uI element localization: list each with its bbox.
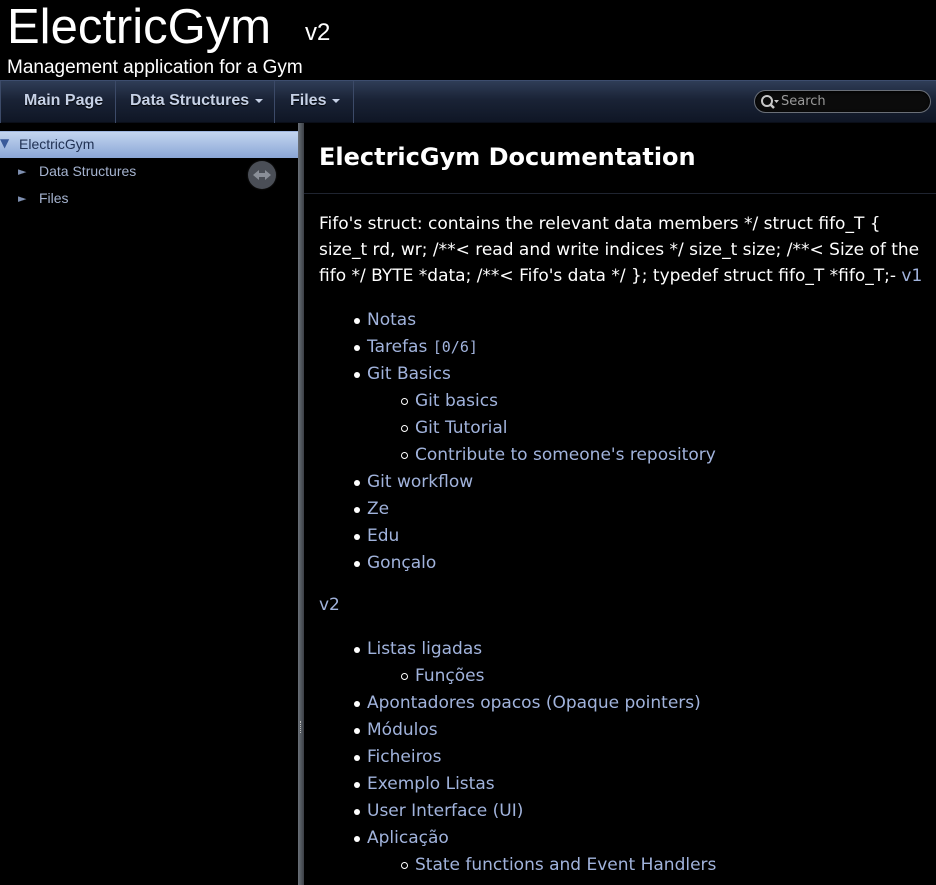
list-item: Git Basics bbox=[319, 361, 931, 388]
collapsed-triangle-icon[interactable]: ► bbox=[18, 165, 26, 178]
bullet bbox=[401, 862, 408, 869]
list-item: Ficheiros bbox=[319, 744, 931, 771]
search-icon[interactable] bbox=[760, 94, 780, 110]
list-item: State functions and Event Handlers bbox=[319, 852, 931, 879]
tab-files[interactable]: Files bbox=[275, 81, 353, 123]
sync-arrows-icon bbox=[253, 170, 271, 180]
search-box[interactable] bbox=[754, 90, 931, 113]
link-user-interface[interactable]: User Interface (UI) bbox=[367, 801, 523, 821]
list-item: Módulos bbox=[319, 717, 931, 744]
v2-link[interactable]: v2 bbox=[319, 595, 340, 615]
intro-paragraph: Fifo's struct: contains the relevant dat… bbox=[319, 211, 931, 289]
tab-files-label: Files bbox=[290, 92, 327, 109]
project-name: ElectricGym bbox=[7, 0, 272, 54]
bullet bbox=[354, 480, 360, 486]
project-number: v2 bbox=[305, 19, 331, 46]
bullet bbox=[401, 452, 408, 459]
tarefas-counter: [0/6] bbox=[432, 338, 478, 356]
bullet bbox=[354, 647, 360, 653]
list-item: Gonçalo bbox=[319, 550, 931, 577]
list-item: Edu bbox=[319, 523, 931, 550]
expanded-triangle-icon[interactable]: ▼ bbox=[0, 136, 9, 150]
page-header: ElectricGym Documentation bbox=[304, 123, 936, 194]
link-contribute-repository[interactable]: Contribute to someone's repository bbox=[415, 445, 716, 465]
bullet bbox=[354, 507, 360, 513]
tab-data-structures-label: Data Structures bbox=[130, 92, 250, 109]
list-item: Funções bbox=[319, 663, 931, 690]
list-item: Git basics bbox=[319, 388, 931, 415]
link-git-workflow[interactable]: Git workflow bbox=[367, 472, 473, 492]
main-content: ElectricGym Documentation Fifo's struct:… bbox=[304, 123, 936, 885]
bullet bbox=[401, 425, 408, 432]
nav-tree-sidebar: ▼ ElectricGym ► Data Structures ► Files bbox=[0, 123, 298, 885]
search-input[interactable] bbox=[781, 92, 926, 111]
tab-main-page-label: Main Page bbox=[24, 92, 104, 109]
link-aplicacao[interactable]: Aplicação bbox=[367, 828, 449, 848]
list-item: Aplicação bbox=[319, 825, 931, 852]
link-apontadores-opacos[interactable]: Apontadores opacos (Opaque pointers) bbox=[367, 693, 701, 713]
link-git-tutorial[interactable]: Git Tutorial bbox=[415, 418, 507, 438]
chevron-down-icon bbox=[332, 98, 341, 103]
tree-item-root-label: ElectricGym bbox=[19, 136, 95, 152]
link-listas-ligadas[interactable]: Listas ligadas bbox=[367, 639, 482, 659]
bullet bbox=[354, 809, 360, 815]
bullet bbox=[401, 398, 408, 405]
chevron-down-icon bbox=[255, 98, 264, 103]
tab-data-structures[interactable]: Data Structures bbox=[116, 81, 274, 123]
bullet bbox=[354, 561, 360, 567]
v1-link[interactable]: v1 bbox=[901, 266, 922, 286]
bullet bbox=[354, 372, 360, 378]
title-area: ElectricGym v2 Management application fo… bbox=[0, 0, 936, 80]
list-item: Notas bbox=[319, 307, 931, 334]
list-item: Contribute to someone's repository bbox=[319, 442, 931, 469]
link-ficheiros[interactable]: Ficheiros bbox=[367, 747, 441, 767]
link-goncalo[interactable]: Gonçalo bbox=[367, 553, 436, 573]
link-exemplo-listas[interactable]: Exemplo Listas bbox=[367, 774, 495, 794]
bullet bbox=[354, 782, 360, 788]
bullet bbox=[354, 318, 360, 324]
list-item: User Interface (UI) bbox=[319, 798, 931, 825]
collapsed-triangle-icon[interactable]: ► bbox=[18, 192, 26, 205]
bullet bbox=[401, 673, 408, 680]
link-state-functions[interactable]: State functions and Event Handlers bbox=[415, 855, 716, 875]
link-tarefas-label: Tarefas bbox=[367, 337, 428, 357]
tree-item-label: Files bbox=[39, 190, 69, 206]
v1-topic-list: Notas Tarefas [0/6] Git Basics Git basic… bbox=[319, 307, 931, 577]
v2-topic-list: Listas ligadas Funções Apontadores opaco… bbox=[319, 636, 931, 879]
list-item: Ze bbox=[319, 496, 931, 523]
list-item: Exemplo Listas bbox=[319, 771, 931, 798]
link-git-basics[interactable]: Git Basics bbox=[367, 364, 451, 384]
sync-toggle-button[interactable] bbox=[248, 161, 276, 189]
bullet bbox=[354, 728, 360, 734]
intro-text: Fifo's struct: contains the relevant dat… bbox=[319, 214, 920, 286]
list-item: Listas ligadas bbox=[319, 636, 931, 663]
link-edu[interactable]: Edu bbox=[367, 526, 399, 546]
tree-item-label: Data Structures bbox=[39, 163, 137, 179]
tree-item-files[interactable]: ► Files bbox=[0, 186, 298, 210]
project-brief: Management application for a Gym bbox=[7, 57, 303, 78]
link-tarefas[interactable]: Tarefas [0/6] bbox=[367, 337, 478, 357]
link-funcoes[interactable]: Funções bbox=[415, 666, 484, 686]
link-modulos[interactable]: Módulos bbox=[367, 720, 438, 740]
bullet bbox=[354, 836, 360, 842]
tree-item-root[interactable]: ▼ ElectricGym bbox=[0, 131, 298, 158]
v2-heading: v2 bbox=[319, 592, 340, 619]
splitter-handle[interactable] bbox=[300, 721, 303, 733]
bullet bbox=[354, 755, 360, 761]
tab-main-page[interactable]: Main Page bbox=[0, 81, 116, 123]
bullet bbox=[354, 534, 360, 540]
link-git-basics-sub[interactable]: Git basics bbox=[415, 391, 498, 411]
bullet bbox=[354, 701, 360, 707]
list-item: Git Tutorial bbox=[319, 415, 931, 442]
nav-divider bbox=[353, 81, 354, 123]
link-notas[interactable]: Notas bbox=[367, 310, 416, 330]
page-title: ElectricGym Documentation bbox=[319, 143, 696, 171]
list-item: Tarefas [0/6] bbox=[319, 334, 931, 361]
list-item: Git workflow bbox=[319, 469, 931, 496]
bullet bbox=[354, 345, 360, 351]
link-ze[interactable]: Ze bbox=[367, 499, 389, 519]
list-item: Apontadores opacos (Opaque pointers) bbox=[319, 690, 931, 717]
